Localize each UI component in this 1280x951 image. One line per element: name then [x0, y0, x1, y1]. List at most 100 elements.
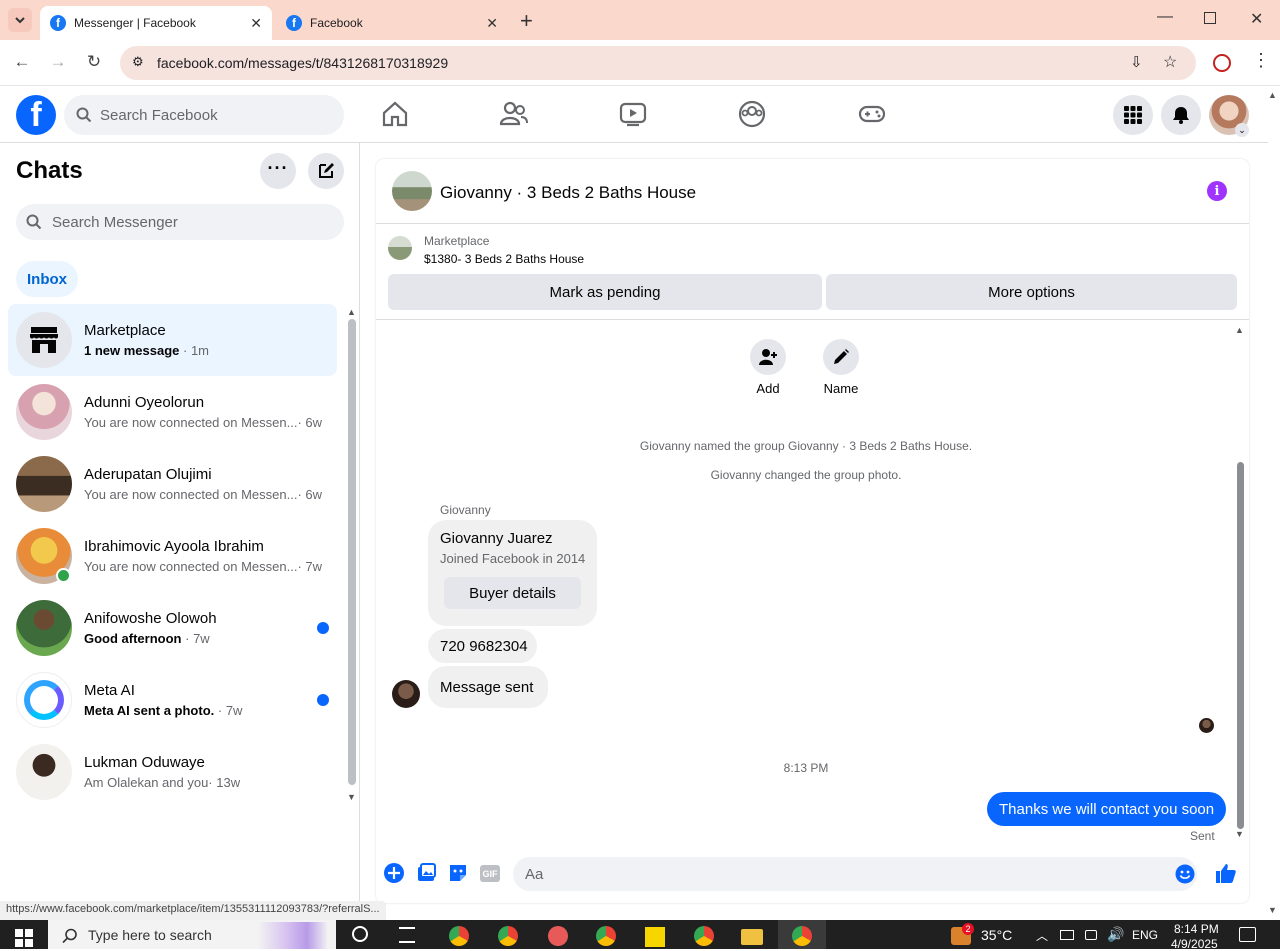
- search-highlight-image: [258, 922, 328, 949]
- more-options-button[interactable]: More options: [826, 274, 1237, 310]
- chat-item-ibrahimovic[interactable]: Ibrahimovic Ayoola Ibrahim You are now c…: [8, 520, 337, 592]
- page-scroll-down-arrow[interactable]: ▼: [1268, 905, 1277, 915]
- sticker-icon[interactable]: [447, 862, 469, 884]
- chat-item-marketplace[interactable]: Marketplace 1 new message · 1m: [8, 304, 337, 376]
- forward-icon[interactable]: →: [47, 52, 69, 72]
- language-indicator[interactable]: ENG: [1132, 928, 1158, 942]
- scroll-down-arrow[interactable]: ▼: [1235, 829, 1244, 839]
- chat-list-scrollbar[interactable]: [348, 319, 356, 785]
- emoji-icon[interactable]: [1175, 864, 1195, 884]
- address-bar-row: ← → ↻ ⚙ facebook.com/messages/t/84312681…: [0, 40, 1280, 86]
- tab-facebook[interactable]: f Facebook ✕: [276, 6, 508, 40]
- clock-time[interactable]: 8:14 PM: [1174, 922, 1219, 936]
- listing-title[interactable]: $1380- 3 Beds 2 Baths House: [424, 252, 584, 266]
- more-dots-icon: ···: [267, 157, 289, 178]
- add-people-button[interactable]: Add: [748, 339, 788, 396]
- my-message-bubble[interactable]: Thanks we will contact you soon: [987, 792, 1227, 826]
- chat-item-adunni[interactable]: Adunni Oyeolorun You are now connected o…: [8, 376, 337, 448]
- chat-options-button[interactable]: ···: [260, 153, 296, 189]
- message-bubble[interactable]: Message sent: [428, 666, 548, 708]
- notifications-button[interactable]: [1161, 95, 1201, 135]
- name-label: Name: [823, 381, 859, 396]
- chrome-taskbar-icon[interactable]: [792, 926, 812, 946]
- network-icon[interactable]: [1060, 930, 1074, 940]
- thumbs-up-icon[interactable]: [1215, 862, 1237, 884]
- friends-icon[interactable]: [499, 99, 529, 129]
- tray-chevron-up-icon[interactable]: ︿: [1036, 927, 1048, 944]
- meet-icon[interactable]: [1085, 930, 1097, 940]
- reload-icon[interactable]: ↻: [83, 52, 105, 72]
- site-info-icon[interactable]: ⚙: [132, 54, 144, 70]
- chat-name: Marketplace: [84, 322, 166, 339]
- sender-avatar[interactable]: [392, 680, 420, 708]
- video-icon[interactable]: [618, 99, 648, 129]
- task-view-icon[interactable]: [352, 926, 368, 942]
- chrome-taskbar-icon[interactable]: [449, 926, 469, 946]
- scroll-up-arrow[interactable]: ▲: [347, 307, 356, 317]
- group-photo-avatar[interactable]: [392, 171, 432, 211]
- info-icon[interactable]: i: [1207, 181, 1227, 201]
- chat-item-anifowoshe[interactable]: Anifowoshe Olowoh Good afternoon · 7w: [8, 592, 337, 664]
- message-composer-input[interactable]: Aa: [513, 857, 1197, 891]
- windows-start-icon[interactable]: [15, 929, 33, 947]
- url-field[interactable]: ⚙ facebook.com/messages/t/84312681703189…: [120, 46, 1196, 80]
- mark-as-pending-button[interactable]: Mark as pending: [388, 274, 822, 310]
- scroll-up-arrow[interactable]: ▲: [1235, 325, 1244, 335]
- profile-icon[interactable]: [1213, 54, 1231, 72]
- file-explorer-icon[interactable]: [741, 929, 763, 945]
- preview-text: Good afternoon: [84, 631, 182, 646]
- tab-messenger[interactable]: f Messenger | Facebook ✕: [40, 6, 272, 40]
- message-bubble[interactable]: 720 9682304: [428, 629, 537, 663]
- chat-item-aderupatan[interactable]: Aderupatan Olujimi You are now connected…: [8, 448, 337, 520]
- facebook-logo-icon[interactable]: f: [16, 95, 56, 135]
- bookmark-star-icon[interactable]: ☆: [1163, 52, 1177, 72]
- message-text: 720 9682304: [440, 637, 528, 655]
- new-tab-button[interactable]: +: [520, 8, 533, 34]
- gaming-icon[interactable]: [857, 99, 887, 129]
- app-taskbar-icon[interactable]: [548, 926, 568, 946]
- photo-icon[interactable]: [415, 862, 437, 884]
- page-scroll-up-arrow[interactable]: ▲: [1268, 90, 1277, 100]
- menu-grid-button[interactable]: [1113, 95, 1153, 135]
- chat-item-lukman[interactable]: Lukman Oduwaye Am Olalekan and you· 13w: [8, 736, 337, 808]
- plus-circle-icon[interactable]: [383, 862, 405, 884]
- widgets-icon[interactable]: [399, 927, 415, 943]
- close-tab-icon[interactable]: ✕: [486, 15, 498, 32]
- restore-button[interactable]: [1204, 12, 1216, 24]
- preview-time: · 1m: [183, 343, 210, 358]
- new-message-button[interactable]: [308, 153, 344, 189]
- gif-icon[interactable]: GIF: [480, 865, 500, 882]
- temperature[interactable]: 35°C: [981, 927, 1012, 943]
- chrome-taskbar-icon[interactable]: [498, 926, 518, 946]
- account-avatar[interactable]: ⌄: [1209, 95, 1249, 137]
- scroll-down-arrow[interactable]: ▼: [347, 792, 356, 802]
- close-tab-icon[interactable]: ✕: [250, 15, 262, 32]
- seen-by-avatar: [1199, 718, 1214, 733]
- groups-icon[interactable]: [737, 99, 767, 129]
- back-icon[interactable]: ←: [11, 52, 33, 72]
- tab-search-button[interactable]: [8, 8, 32, 32]
- chrome-taskbar-icon[interactable]: [694, 926, 714, 946]
- conversation-title[interactable]: Giovanny · 3 Beds 2 Baths House: [440, 183, 696, 203]
- chevron-down-icon: ⌄: [1235, 123, 1249, 137]
- volume-icon[interactable]: 🔊: [1107, 926, 1124, 943]
- conversation-scrollbar[interactable]: [1237, 462, 1244, 829]
- browser-menu-icon[interactable]: ⋮: [1252, 50, 1270, 71]
- unread-dot: [317, 622, 329, 634]
- messenger-search-input[interactable]: Search Messenger: [16, 204, 344, 240]
- close-window-button[interactable]: ✕: [1250, 9, 1263, 29]
- minimize-button[interactable]: —: [1157, 8, 1173, 26]
- buyer-details-button[interactable]: Buyer details: [444, 577, 581, 609]
- home-icon[interactable]: [380, 99, 410, 129]
- inbox-filter-tab[interactable]: Inbox: [16, 261, 78, 297]
- taskbar-search-input[interactable]: Type here to search: [48, 920, 336, 949]
- chrome-taskbar-icon[interactable]: [596, 926, 616, 946]
- install-app-icon[interactable]: ⇩: [1130, 53, 1143, 71]
- search-placeholder: Search Facebook: [100, 106, 218, 124]
- name-group-button[interactable]: Name: [820, 339, 862, 396]
- sticky-notes-icon[interactable]: [645, 927, 665, 947]
- listing-thumbnail[interactable]: [388, 236, 412, 260]
- notification-center-icon[interactable]: [1239, 927, 1256, 942]
- facebook-search-input[interactable]: Search Facebook: [64, 95, 344, 135]
- chat-item-meta-ai[interactable]: Meta AI Meta AI sent a photo. · 7w: [8, 664, 337, 736]
